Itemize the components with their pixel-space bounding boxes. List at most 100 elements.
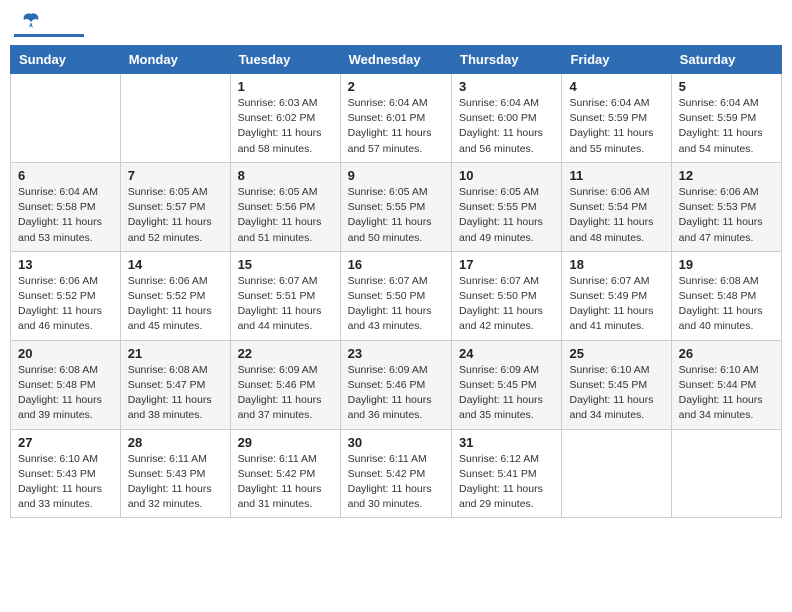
day-number: 8 bbox=[238, 168, 333, 183]
day-cell: 22 Sunrise: 6:09 AM Sunset: 5:46 PM Dayli… bbox=[230, 340, 340, 429]
day-number: 30 bbox=[348, 435, 444, 450]
day-info: Sunrise: 6:07 AM Sunset: 5:50 PM Dayligh… bbox=[348, 274, 444, 335]
day-number: 3 bbox=[459, 79, 554, 94]
day-info: Sunrise: 6:04 AM Sunset: 6:00 PM Dayligh… bbox=[459, 96, 554, 157]
day-info: Sunrise: 6:06 AM Sunset: 5:52 PM Dayligh… bbox=[18, 274, 113, 335]
day-info: Sunrise: 6:06 AM Sunset: 5:54 PM Dayligh… bbox=[569, 185, 663, 246]
day-info: Sunrise: 6:07 AM Sunset: 5:50 PM Dayligh… bbox=[459, 274, 554, 335]
day-cell: 12 Sunrise: 6:06 AM Sunset: 5:53 PM Dayli… bbox=[671, 162, 781, 251]
day-number: 1 bbox=[238, 79, 333, 94]
day-info: Sunrise: 6:06 AM Sunset: 5:53 PM Dayligh… bbox=[679, 185, 774, 246]
logo-underline bbox=[14, 34, 84, 37]
weekday-header-sunday: Sunday bbox=[11, 46, 121, 74]
day-number: 27 bbox=[18, 435, 113, 450]
day-info: Sunrise: 6:09 AM Sunset: 5:46 PM Dayligh… bbox=[238, 363, 333, 424]
day-number: 11 bbox=[569, 168, 663, 183]
day-cell: 4 Sunrise: 6:04 AM Sunset: 5:59 PM Daylig… bbox=[562, 74, 671, 163]
day-cell: 13Sunrise: 6:06 AM Sunset: 5:52 PM Dayli… bbox=[11, 251, 121, 340]
day-cell: 29Sunrise: 6:11 AM Sunset: 5:42 PM Dayli… bbox=[230, 429, 340, 518]
week-row-3: 13Sunrise: 6:06 AM Sunset: 5:52 PM Dayli… bbox=[11, 251, 782, 340]
day-cell: 17 Sunrise: 6:07 AM Sunset: 5:50 PM Dayli… bbox=[452, 251, 562, 340]
weekday-header-thursday: Thursday bbox=[452, 46, 562, 74]
day-cell: 19Sunrise: 6:08 AM Sunset: 5:48 PM Dayli… bbox=[671, 251, 781, 340]
day-cell: 16 Sunrise: 6:07 AM Sunset: 5:50 PM Dayli… bbox=[340, 251, 451, 340]
day-cell: 23Sunrise: 6:09 AM Sunset: 5:46 PM Dayli… bbox=[340, 340, 451, 429]
day-info: Sunrise: 6:04 AM Sunset: 5:59 PM Dayligh… bbox=[569, 96, 663, 157]
day-number: 9 bbox=[348, 168, 444, 183]
day-cell: 21 Sunrise: 6:08 AM Sunset: 5:47 PM Dayli… bbox=[120, 340, 230, 429]
day-number: 24 bbox=[459, 346, 554, 361]
day-info: Sunrise: 6:11 AM Sunset: 5:42 PM Dayligh… bbox=[348, 452, 444, 513]
day-info: Sunrise: 6:05 AM Sunset: 5:55 PM Dayligh… bbox=[348, 185, 444, 246]
day-info: Sunrise: 6:06 AM Sunset: 5:52 PM Dayligh… bbox=[128, 274, 223, 335]
day-number: 6 bbox=[18, 168, 113, 183]
day-cell: 25Sunrise: 6:10 AM Sunset: 5:45 PM Dayli… bbox=[562, 340, 671, 429]
day-info: Sunrise: 6:05 AM Sunset: 5:56 PM Dayligh… bbox=[238, 185, 333, 246]
weekday-header-row: SundayMondayTuesdayWednesdayThursdayFrid… bbox=[11, 46, 782, 74]
day-cell: 14 Sunrise: 6:06 AM Sunset: 5:52 PM Dayli… bbox=[120, 251, 230, 340]
day-info: Sunrise: 6:07 AM Sunset: 5:51 PM Dayligh… bbox=[238, 274, 333, 335]
page-header bbox=[10, 10, 782, 37]
day-info: Sunrise: 6:07 AM Sunset: 5:49 PM Dayligh… bbox=[569, 274, 663, 335]
week-row-5: 27 Sunrise: 6:10 AM Sunset: 5:43 PM Dayli… bbox=[11, 429, 782, 518]
weekday-header-saturday: Saturday bbox=[671, 46, 781, 74]
day-cell bbox=[11, 74, 121, 163]
day-number: 22 bbox=[238, 346, 333, 361]
day-number: 10 bbox=[459, 168, 554, 183]
day-number: 2 bbox=[348, 79, 444, 94]
day-cell: 18 Sunrise: 6:07 AM Sunset: 5:49 PM Dayli… bbox=[562, 251, 671, 340]
day-number: 28 bbox=[128, 435, 223, 450]
weekday-header-wednesday: Wednesday bbox=[340, 46, 451, 74]
day-number: 20 bbox=[18, 346, 113, 361]
day-info: Sunrise: 6:11 AM Sunset: 5:43 PM Dayligh… bbox=[128, 452, 223, 513]
day-cell: 7 Sunrise: 6:05 AM Sunset: 5:57 PM Daylig… bbox=[120, 162, 230, 251]
day-cell: 20 Sunrise: 6:08 AM Sunset: 5:48 PM Dayli… bbox=[11, 340, 121, 429]
day-info: Sunrise: 6:10 AM Sunset: 5:43 PM Dayligh… bbox=[18, 452, 113, 513]
logo-bird-icon bbox=[20, 10, 42, 32]
weekday-header-tuesday: Tuesday bbox=[230, 46, 340, 74]
calendar-table: SundayMondayTuesdayWednesdayThursdayFrid… bbox=[10, 45, 782, 518]
day-cell: 11 Sunrise: 6:06 AM Sunset: 5:54 PM Dayli… bbox=[562, 162, 671, 251]
weekday-header-monday: Monday bbox=[120, 46, 230, 74]
day-cell: 10 Sunrise: 6:05 AM Sunset: 5:55 PM Dayli… bbox=[452, 162, 562, 251]
day-number: 12 bbox=[679, 168, 774, 183]
day-cell: 31 Sunrise: 6:12 AM Sunset: 5:41 PM Dayli… bbox=[452, 429, 562, 518]
day-cell bbox=[562, 429, 671, 518]
day-number: 17 bbox=[459, 257, 554, 272]
day-number: 19 bbox=[679, 257, 774, 272]
day-info: Sunrise: 6:08 AM Sunset: 5:47 PM Dayligh… bbox=[128, 363, 223, 424]
day-info: Sunrise: 6:05 AM Sunset: 5:57 PM Dayligh… bbox=[128, 185, 223, 246]
day-info: Sunrise: 6:09 AM Sunset: 5:45 PM Dayligh… bbox=[459, 363, 554, 424]
day-cell: 28 Sunrise: 6:11 AM Sunset: 5:43 PM Dayli… bbox=[120, 429, 230, 518]
day-cell: 5 Sunrise: 6:04 AM Sunset: 5:59 PM Daylig… bbox=[671, 74, 781, 163]
day-info: Sunrise: 6:12 AM Sunset: 5:41 PM Dayligh… bbox=[459, 452, 554, 513]
day-number: 14 bbox=[128, 257, 223, 272]
day-number: 15 bbox=[238, 257, 333, 272]
day-cell: 30 Sunrise: 6:11 AM Sunset: 5:42 PM Dayli… bbox=[340, 429, 451, 518]
day-number: 21 bbox=[128, 346, 223, 361]
day-info: Sunrise: 6:08 AM Sunset: 5:48 PM Dayligh… bbox=[18, 363, 113, 424]
day-cell: 2Sunrise: 6:04 AM Sunset: 6:01 PM Daylig… bbox=[340, 74, 451, 163]
day-number: 4 bbox=[569, 79, 663, 94]
day-cell: 15 Sunrise: 6:07 AM Sunset: 5:51 PM Dayli… bbox=[230, 251, 340, 340]
day-number: 18 bbox=[569, 257, 663, 272]
day-info: Sunrise: 6:05 AM Sunset: 5:55 PM Dayligh… bbox=[459, 185, 554, 246]
day-cell: 3 Sunrise: 6:04 AM Sunset: 6:00 PM Daylig… bbox=[452, 74, 562, 163]
day-number: 7 bbox=[128, 168, 223, 183]
day-info: Sunrise: 6:10 AM Sunset: 5:45 PM Dayligh… bbox=[569, 363, 663, 424]
day-cell: 1Sunrise: 6:03 AM Sunset: 6:02 PM Daylig… bbox=[230, 74, 340, 163]
week-row-1: 1Sunrise: 6:03 AM Sunset: 6:02 PM Daylig… bbox=[11, 74, 782, 163]
day-cell: 9 Sunrise: 6:05 AM Sunset: 5:55 PM Daylig… bbox=[340, 162, 451, 251]
day-number: 5 bbox=[679, 79, 774, 94]
day-number: 16 bbox=[348, 257, 444, 272]
day-cell: 8 Sunrise: 6:05 AM Sunset: 5:56 PM Daylig… bbox=[230, 162, 340, 251]
day-number: 29 bbox=[238, 435, 333, 450]
day-info: Sunrise: 6:04 AM Sunset: 5:58 PM Dayligh… bbox=[18, 185, 113, 246]
day-info: Sunrise: 6:09 AM Sunset: 5:46 PM Dayligh… bbox=[348, 363, 444, 424]
day-number: 31 bbox=[459, 435, 554, 450]
weekday-header-friday: Friday bbox=[562, 46, 671, 74]
day-cell: 26Sunrise: 6:10 AM Sunset: 5:44 PM Dayli… bbox=[671, 340, 781, 429]
day-info: Sunrise: 6:04 AM Sunset: 5:59 PM Dayligh… bbox=[679, 96, 774, 157]
day-cell: 27 Sunrise: 6:10 AM Sunset: 5:43 PM Dayli… bbox=[11, 429, 121, 518]
week-row-2: 6 Sunrise: 6:04 AM Sunset: 5:58 PM Daylig… bbox=[11, 162, 782, 251]
